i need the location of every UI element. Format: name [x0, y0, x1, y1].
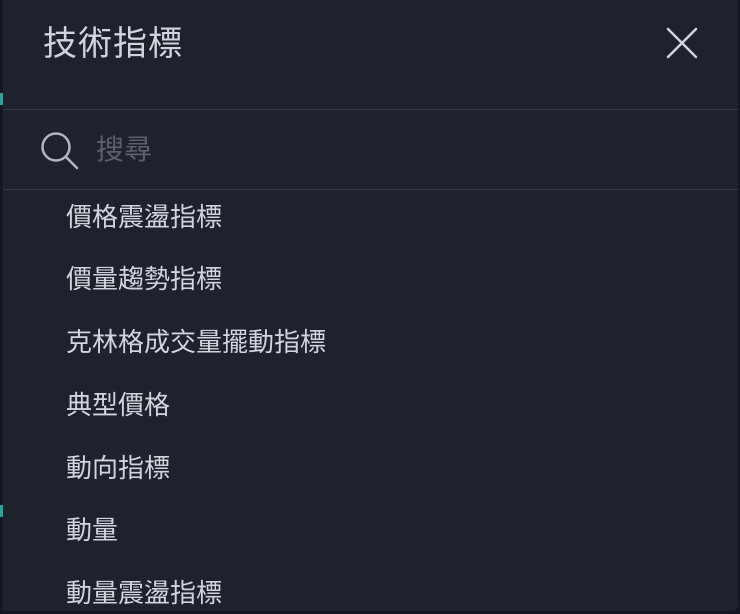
dialog-title: 技術指標 [43, 24, 183, 64]
list-item-label: 動量震盪指標 [66, 578, 223, 609]
search-row [3, 110, 738, 190]
list-item[interactable]: 典型價格 [3, 372, 738, 434]
list-item-label: 動量 [66, 515, 119, 546]
list-item-label: 價格震盪指標 [66, 202, 223, 233]
list-item[interactable]: 克林格成交量擺動指標 [3, 309, 738, 371]
indicator-list: 價格震盪指標 價量趨勢指標 克林格成交量擺動指標 典型價格 動向指標 動量 動量… [3, 190, 738, 611]
dialog-header: 技術指標 [3, 0, 738, 110]
indicators-dialog: 技術指標 價格震盪指標 價量趨勢指標 克林格成交量擺動指標 典型價格 [3, 0, 738, 611]
list-item[interactable]: 動量 [3, 497, 738, 559]
search-icon [39, 130, 81, 172]
list-item-label: 典型價格 [66, 390, 171, 421]
close-icon [666, 27, 698, 59]
list-item[interactable]: 價格震盪指標 [3, 190, 738, 246]
list-item-label: 動向指標 [66, 453, 171, 484]
list-item[interactable]: 動量震盪指標 [3, 560, 738, 611]
list-item-label: 克林格成交量擺動指標 [66, 327, 327, 358]
close-button[interactable] [660, 21, 704, 65]
list-item-label: 價量趨勢指標 [66, 264, 223, 295]
list-item[interactable]: 動向指標 [3, 435, 738, 497]
list-item[interactable]: 價量趨勢指標 [3, 246, 738, 308]
search-input[interactable] [96, 124, 696, 174]
